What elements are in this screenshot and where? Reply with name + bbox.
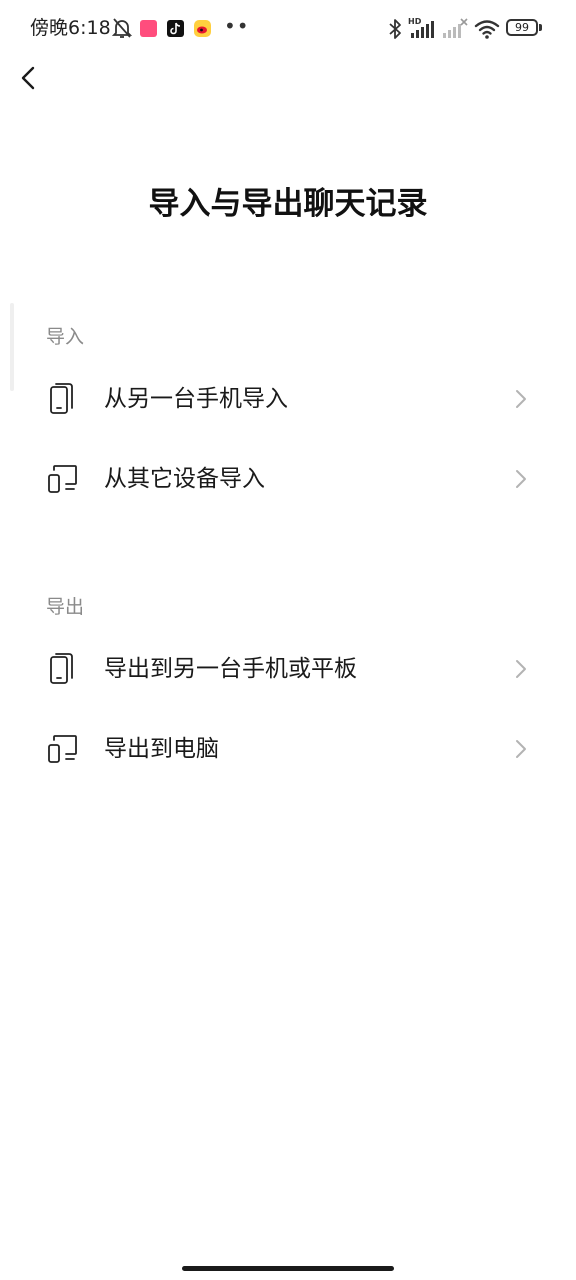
status-time: 傍晚6:18 (30, 17, 111, 39)
tiktok-icon (167, 20, 184, 37)
bluetooth-icon (389, 19, 401, 39)
page-title: 导入与导出聊天记录 (148, 186, 428, 222)
wifi-icon (474, 20, 500, 39)
battery-cap (539, 24, 542, 31)
no-signal-icon (443, 18, 468, 38)
export-to-computer-label: 导出到电脑 (104, 736, 219, 762)
more-notifications-indicator: •• (224, 14, 250, 38)
computer-icon (48, 465, 77, 493)
export-to-phone-label: 导出到另一台手机或平板 (104, 656, 357, 682)
import-from-other-device-label: 从其它设备导入 (104, 466, 265, 492)
home-indicator[interactable] (182, 1266, 394, 1271)
chevron-right-icon (516, 660, 526, 678)
computer-icon (48, 735, 77, 763)
svg-text:HD: HD (408, 17, 422, 26)
hd-signal-icon: HD (408, 17, 434, 38)
battery-icon: 99 (506, 19, 538, 36)
import-from-phone-label: 从另一台手机导入 (104, 386, 288, 412)
section-label-import: 导入 (46, 326, 85, 348)
back-button[interactable] (10, 56, 54, 100)
chevron-right-icon (516, 740, 526, 758)
chevron-left-icon (21, 66, 35, 90)
app-notification-icon (140, 20, 157, 37)
import-from-other-device-row[interactable]: 从其它设备导入 (0, 440, 576, 518)
chevron-right-icon (516, 390, 526, 408)
phone-icon (50, 383, 73, 414)
export-to-phone-row[interactable]: 导出到另一台手机或平板 (0, 630, 576, 708)
battery-level: 99 (515, 21, 529, 34)
phone-icon (50, 653, 73, 684)
status-bar: 傍晚6:18 •• HD 99 (0, 0, 576, 56)
weibo-icon (194, 20, 211, 37)
chevron-right-icon (516, 470, 526, 488)
import-from-phone-row[interactable]: 从另一台手机导入 (0, 360, 576, 438)
section-label-export: 导出 (46, 596, 85, 618)
mute-bell-icon (112, 18, 132, 38)
export-to-computer-row[interactable]: 导出到电脑 (0, 710, 576, 788)
